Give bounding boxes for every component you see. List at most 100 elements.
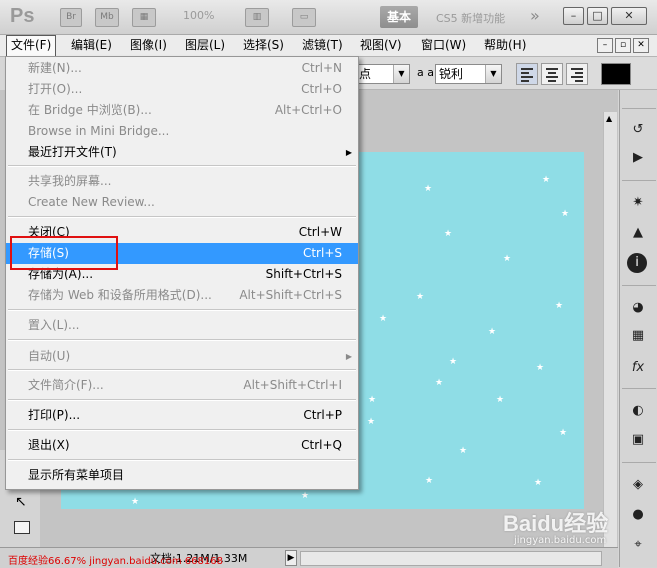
baidu-watermark-url: jingyan.baidu.com [514,535,607,546]
annotation-highlight-box [10,236,118,270]
minimize-button[interactable]: – [563,7,584,25]
maximize-button[interactable]: □ [587,7,608,25]
swatches-icon[interactable]: ▦ [627,326,649,346]
close-button[interactable]: ✕ [611,7,647,25]
menu-item-place[interactable]: 置入(L)... [6,315,358,336]
masks-icon[interactable]: ▣ [627,430,649,450]
submenu-arrow-icon: ▶ [345,148,352,157]
menu-file[interactable]: 文件(F) [6,35,57,57]
status-menu-arrow-icon[interactable]: ▶ [285,550,297,566]
menu-bar: 文件(F) 编辑(E) 图像(I) 图层(L) 选择(S) 滤镜(T) 视图(V… [0,35,657,57]
menu-item-browse-in-bridge[interactable]: 在 Bridge 中浏览(B)... Alt+Ctrl+O [6,100,358,121]
star-decoration: ★ [424,184,433,194]
font-size-value: 点 [359,67,372,81]
menu-item-browse-mini-bridge[interactable]: Browse in Mini Bridge... [6,121,358,142]
info-icon[interactable]: i [627,253,647,273]
star-decoration: ★ [536,363,545,373]
histogram-icon[interactable]: ▲ [627,223,649,243]
star-decoration: ★ [559,428,568,438]
star-decoration: ★ [496,395,505,405]
menu-edit[interactable]: 编辑(E) [67,35,116,55]
menu-item-show-all[interactable]: 显示所有菜单项目 [6,465,358,486]
menu-layer[interactable]: 图层(L) [181,35,229,55]
menu-item-share-screen[interactable]: 共享我的屏幕... [6,171,358,192]
text-color-swatch[interactable] [601,63,631,85]
photoshop-logo: Ps [10,5,35,27]
star-decoration: ★ [503,254,512,264]
font-size-select[interactable]: 点 ▼ [355,64,410,84]
align-center-button[interactable] [541,63,563,85]
menu-window[interactable]: 窗口(W) [417,35,470,55]
view-extras-icon[interactable]: ▦ [132,8,156,27]
align-left-button[interactable] [516,63,538,85]
options-bar: 点 ▼ a a 锐利 ▼ [355,57,657,90]
antialias-select[interactable]: 锐利 ▼ [435,64,502,84]
navigator-icon[interactable]: ✷ [627,193,649,213]
more-workspaces-icon[interactable]: » [530,6,540,25]
file-menu-dropdown: 新建(N)... Ctrl+N 打开(O)... Ctrl+O 在 Bridge 中… [5,56,359,490]
star-decoration: ★ [435,378,444,388]
zoom-level[interactable]: 100% [183,9,214,22]
application-bar: Ps Br Mb ▦ 100% ▥ ▭ 基本 CS5 新增功能 » – □ ✕ [0,0,657,35]
menu-item-print[interactable]: 打印(P)... Ctrl+P [6,405,358,426]
star-decoration: ★ [416,292,425,302]
cs5-new-features-button[interactable]: CS5 新增功能 [436,10,505,26]
baidu-watermark-logo: Baidu经验 [503,511,609,536]
star-decoration: ★ [449,357,458,367]
menu-item-file-info[interactable]: 文件简介(F)... Alt+Shift+Ctrl+I [6,375,358,396]
submenu-arrow-icon: ▶ [345,352,352,361]
star-decoration: ★ [368,395,377,405]
workspace-button[interactable]: 基本 [380,6,418,28]
menu-item-new[interactable]: 新建(N)... Ctrl+N [6,58,358,79]
color-palette-icon[interactable]: ◕ [627,298,649,318]
doc-close-icon[interactable]: ✕ [633,38,649,53]
menu-item-create-review[interactable]: Create New Review... [6,192,358,213]
doc-minimize-icon[interactable]: – [597,38,613,53]
panel-dock: ↺ ▶ ✷ ▲ i ◕ ▦ fx ◐ ▣ ◈ ● ⌖ [619,90,657,567]
vertical-scrollbar[interactable]: ▲ [603,112,617,547]
star-decoration: ★ [459,446,468,456]
star-decoration: ★ [425,476,434,486]
menu-select[interactable]: 选择(S) [239,35,288,55]
doc-restore-icon[interactable]: ▫ [615,38,631,53]
actions-icon[interactable]: ▶ [627,148,649,168]
star-decoration: ★ [542,175,551,185]
antialias-value: 锐利 [439,67,464,81]
direct-select-tool-icon[interactable]: ↖ [15,494,27,510]
arrange-documents-icon[interactable]: ▥ [245,8,269,27]
rectangle-tool-icon[interactable] [14,521,30,534]
history-icon[interactable]: ↺ [627,120,649,140]
star-decoration: ★ [534,478,543,488]
star-decoration: ★ [301,491,310,501]
star-decoration: ★ [367,417,376,427]
menu-item-open-recent[interactable]: 最近打开文件(T) ▶ [6,142,358,163]
menu-image[interactable]: 图像(I) [126,35,171,55]
chevron-down-icon: ▼ [393,65,409,83]
menu-item-automate[interactable]: 自动(U) ▶ [6,346,358,367]
star-decoration: ★ [555,301,564,311]
mini-bridge-icon[interactable]: Mb [95,8,119,27]
adjustments-icon[interactable]: ◐ [627,401,649,421]
layers-icon[interactable]: ◈ [627,475,649,495]
zoom-status-text: 百度经验66.67% jingyan.baidu.com 668168 [8,556,223,567]
bridge-icon[interactable]: Br [60,8,82,27]
menu-filter[interactable]: 滤镜(T) [298,35,347,55]
horizontal-scrollbar[interactable] [300,551,602,566]
menu-item-save-for-web[interactable]: 存储为 Web 和设备所用格式(D)... Alt+Shift+Ctrl+S [6,285,358,306]
screen-mode-icon[interactable]: ▭ [292,8,316,27]
paths-icon[interactable]: ⌖ [627,535,649,555]
scroll-up-icon[interactable]: ▲ [606,114,612,123]
menu-item-exit[interactable]: 退出(X) Ctrl+Q [6,435,358,456]
star-decoration: ★ [444,229,453,239]
menu-view[interactable]: 视图(V) [356,35,406,55]
antialias-icon: a a [417,66,434,79]
star-decoration: ★ [131,497,140,507]
channels-icon[interactable]: ● [627,505,649,525]
star-decoration: ★ [561,209,570,219]
menu-item-open[interactable]: 打开(O)... Ctrl+O [6,79,358,100]
star-decoration: ★ [488,327,497,337]
menu-help[interactable]: 帮助(H) [480,35,530,55]
align-right-button[interactable] [566,63,588,85]
styles-icon[interactable]: fx [627,358,649,378]
chevron-down-icon: ▼ [485,65,501,83]
